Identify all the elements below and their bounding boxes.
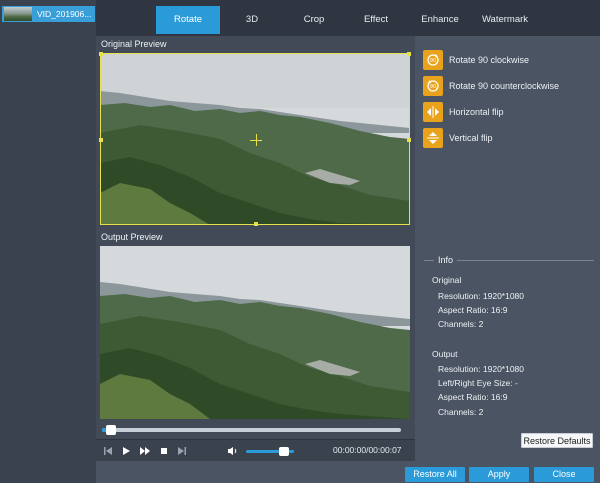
rotate-ccw-icon: 90 — [423, 76, 443, 96]
options-panel: 90 Rotate 90 clockwise 90 Rotate 90 coun… — [415, 36, 600, 461]
output-aspect-ratio: Aspect Ratio: 16:9 — [438, 392, 508, 402]
volume-icon[interactable] — [226, 443, 240, 459]
original-aspect-ratio: Aspect Ratio: 16:9 — [438, 305, 508, 315]
playback-controls: 00:00:00/00:00:07 — [96, 439, 415, 461]
tab-bar: Rotate 3D Crop Effect Enhance Watermark — [96, 0, 600, 36]
crop-handle[interactable] — [99, 138, 103, 142]
crop-handle[interactable] — [407, 138, 411, 142]
timecode: 00:00:00/00:00:07 — [333, 445, 402, 455]
tab-enhance[interactable]: Enhance — [408, 6, 472, 34]
progress-bar[interactable] — [102, 425, 401, 435]
tab-effect[interactable]: Effect — [344, 6, 408, 34]
output-channels: Channels: 2 — [438, 407, 484, 417]
skip-forward-icon[interactable] — [175, 443, 189, 459]
tab-watermark[interactable]: Watermark — [472, 6, 538, 34]
tab-rotate[interactable]: Rotate — [156, 6, 220, 34]
output-preview-label: Output Preview — [101, 232, 163, 242]
file-name: VID_201906... — [37, 9, 92, 19]
progress-handle[interactable] — [105, 425, 116, 435]
volume-handle[interactable] — [279, 447, 290, 456]
restore-defaults-button[interactable]: Restore Defaults — [521, 433, 593, 448]
file-list: VID_201906... — [0, 0, 96, 483]
play-icon[interactable] — [119, 443, 133, 459]
tab-crop[interactable]: Crop — [284, 6, 344, 34]
option-label: Rotate 90 clockwise — [449, 55, 530, 65]
crop-frame[interactable] — [99, 52, 411, 226]
rotate-cw-icon: 90 — [423, 50, 443, 70]
crop-handle[interactable] — [407, 52, 411, 56]
file-item[interactable]: VID_201906... — [2, 6, 95, 22]
option-label: Vertical flip — [449, 133, 493, 143]
original-preview-label: Original Preview — [101, 39, 167, 49]
original-heading: Original — [432, 275, 462, 285]
bottom-bar: Restore All Apply Close — [96, 461, 600, 483]
crop-handle[interactable] — [99, 52, 103, 56]
vertical-flip-option[interactable]: Vertical flip — [423, 128, 493, 148]
rotate-clockwise-option[interactable]: 90 Rotate 90 clockwise — [423, 50, 529, 70]
horizontal-flip-option[interactable]: Horizontal flip — [423, 102, 504, 122]
output-preview — [100, 246, 410, 419]
restore-all-button[interactable]: Restore All — [405, 467, 465, 482]
original-resolution: Resolution: 1920*1080 — [438, 291, 525, 301]
output-eye-size: Left/Right Eye Size: - — [438, 378, 518, 388]
fast-forward-icon[interactable] — [137, 443, 153, 459]
crosshair-icon — [256, 134, 257, 146]
output-heading: Output — [432, 349, 458, 359]
info-title: Info — [434, 255, 458, 265]
option-label: Horizontal flip — [449, 107, 504, 117]
rotate-counterclockwise-option[interactable]: 90 Rotate 90 counterclockwise — [423, 76, 559, 96]
svg-text:90: 90 — [430, 84, 436, 90]
landscape-image — [100, 246, 410, 419]
original-channels: Channels: 2 — [438, 319, 484, 329]
apply-button[interactable]: Apply — [469, 467, 529, 482]
output-resolution: Resolution: 1920*1080 — [438, 364, 525, 374]
stop-icon[interactable] — [157, 443, 171, 459]
skip-back-icon[interactable] — [101, 443, 115, 459]
crop-handle[interactable] — [254, 222, 258, 226]
file-thumbnail — [4, 7, 32, 21]
flip-horizontal-icon — [423, 102, 443, 122]
close-button[interactable]: Close — [534, 467, 594, 482]
option-label: Rotate 90 counterclockwise — [449, 81, 560, 91]
svg-text:90: 90 — [430, 58, 436, 64]
tab-3d[interactable]: 3D — [220, 6, 284, 34]
preview-panel: Original Preview Output Preview 00:00:00… — [96, 36, 415, 461]
flip-vertical-icon — [423, 128, 443, 148]
info-section: Info Original Resolution: 1920*1080 Aspe… — [424, 255, 594, 430]
